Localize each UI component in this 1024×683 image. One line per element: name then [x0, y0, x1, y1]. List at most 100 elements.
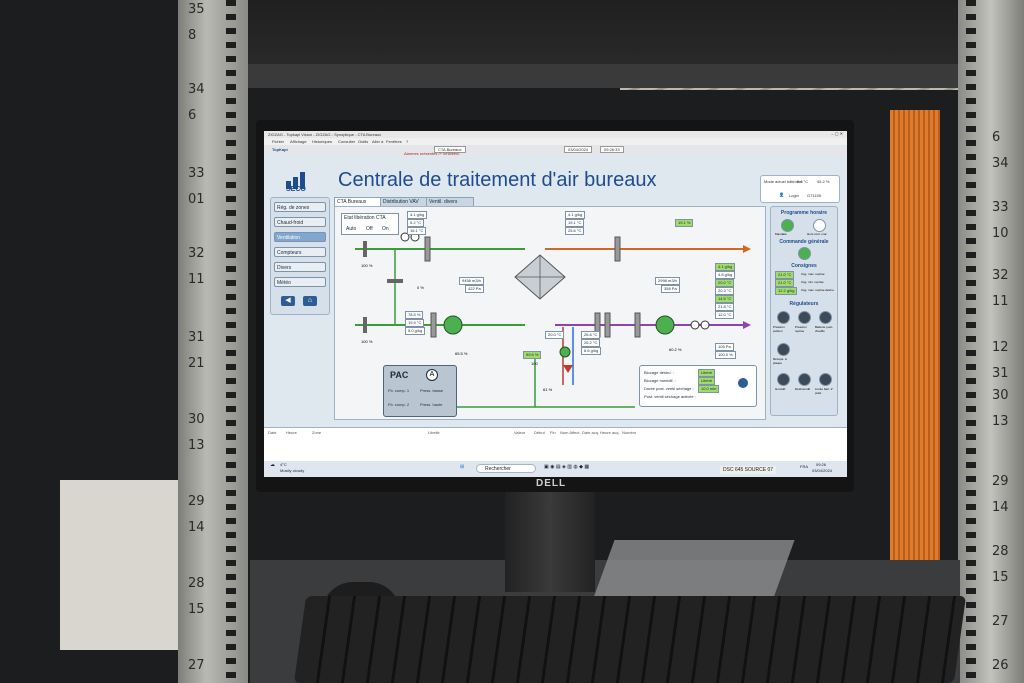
monitor-stand: [505, 492, 595, 592]
rail-number: 29: [188, 494, 205, 509]
sidebar-item-ventilation[interactable]: Ventilation: [274, 232, 326, 242]
power-icon[interactable]: [798, 247, 811, 260]
sidebar-item-meteo[interactable]: Météo: [274, 277, 326, 287]
keyboard[interactable]: [293, 596, 967, 683]
clock-icon[interactable]: [813, 219, 826, 232]
drying-row-value[interactable]: 10.0 min: [698, 385, 720, 393]
drying-row-label: Post. ventil séchage activée :: [644, 394, 696, 399]
supply-arrow-icon: [743, 321, 751, 329]
commande-title: Commande générale: [779, 239, 829, 245]
taskbar-search[interactable]: Rechercher: [476, 464, 536, 473]
right-control-panel: Programme horaire Mandaté Hors cont. mar…: [770, 206, 838, 416]
fan-speed-a: 65.5 %: [455, 351, 468, 356]
rail-number: 32: [992, 268, 1009, 283]
rail-number: 01: [188, 192, 205, 207]
menu-item-fichier[interactable]: Fichier: [272, 139, 284, 144]
menu-item-outils[interactable]: Outils: [358, 139, 368, 144]
value-right-top-c: 25.6 °C: [565, 227, 585, 235]
regulator-icon[interactable]: [777, 311, 790, 324]
login-label: Login: [789, 193, 799, 198]
sidebar-item-divers[interactable]: Divers: [274, 262, 326, 272]
value-right-top-b: 19.1 °C: [565, 219, 585, 227]
synoptic-view: SECO Centrale de traitement d'air bureau…: [264, 155, 847, 445]
start-icon[interactable]: ⊞: [460, 464, 464, 470]
column-header[interactable]: Date acq.: [582, 430, 599, 435]
etat-title: Etat libération CTA: [344, 215, 386, 221]
drying-row-value[interactable]: Libéré: [698, 377, 716, 385]
menu-item-affichage[interactable]: Affichage: [290, 139, 307, 144]
column-header[interactable]: Heure: [286, 430, 297, 435]
column-header[interactable]: Heure acq.: [600, 430, 620, 435]
column-header[interactable]: Fin: [550, 430, 556, 435]
consigne-value[interactable]: 21.0 °C: [775, 279, 795, 287]
orange-cable-bundle: [890, 110, 940, 630]
supply-fan-icon: [443, 315, 463, 335]
drying-row-value[interactable]: Libéré: [698, 369, 716, 377]
alarm-table: Date Heure Zone Libellé Valeur Début Fin…: [264, 427, 847, 462]
home-icon[interactable]: ⌂: [303, 296, 317, 306]
menu-item-historiques[interactable]: Historiques: [312, 139, 332, 144]
toolbar-time: 09:26:33: [600, 146, 624, 153]
extract-damper-value: 100 %: [361, 339, 373, 344]
mix-damper-value: 0 %: [417, 285, 424, 290]
rail-numbers-right: 6 34 33 10 32 11 12 31 30 13 29 14 28 15…: [988, 0, 1018, 683]
pac-box[interactable]: PAC A Fb. comp. 1 Press. basse Fb. comp.…: [383, 365, 457, 417]
column-header[interactable]: Zone: [312, 430, 321, 435]
regulator-icon[interactable]: [798, 373, 811, 386]
column-header[interactable]: Libellé: [428, 430, 440, 435]
rail-number: 21: [188, 356, 205, 371]
regulator-icon[interactable]: [777, 373, 790, 386]
rail-number: 14: [992, 500, 1009, 515]
menu-item-help[interactable]: ?: [406, 139, 408, 144]
etat-auto[interactable]: Auto: [346, 226, 356, 232]
rail-number: 6: [992, 130, 1001, 145]
rail-holes: [966, 0, 976, 683]
sidebar-item-reg-zones[interactable]: Rég. de zones: [274, 202, 326, 212]
outdoor-temp: 5.6 °C: [797, 179, 809, 184]
consigne-value[interactable]: 12.2 g/kg: [775, 287, 798, 295]
window-controls-icon[interactable]: – ▢ ✕: [831, 131, 843, 136]
rack-rail-right: 6 34 33 10 32 11 12 31 30 13 29 14 28 15…: [958, 0, 1024, 683]
column-header[interactable]: Valeur: [514, 430, 525, 435]
menu-item-fenetres[interactable]: Fenêtres: [386, 139, 402, 144]
login-user: G71155: [807, 193, 821, 198]
rail-number: 11: [992, 294, 1009, 309]
value-temp-c: 19.9 °C: [405, 319, 425, 327]
regulator-label: Pression reprise: [795, 325, 807, 333]
menu-item-aller[interactable]: Aller à: [372, 139, 383, 144]
sidebar-item-compteurs[interactable]: Compteurs: [274, 247, 326, 257]
rail-number: 29: [992, 474, 1009, 489]
extract-fan-icon: [655, 315, 675, 335]
value-green-a: 4.1 g/kg: [715, 263, 736, 271]
back-arrow-icon[interactable]: ◀: [281, 296, 295, 306]
toolbar-date: 03/04/2024: [564, 146, 593, 153]
value-right-top-a: 4.1 g/kg: [565, 211, 586, 219]
value-pressure-b: 358 Pa: [661, 285, 680, 293]
etat-off[interactable]: Off: [366, 226, 373, 232]
value-humidity-top: 4.1 g/kg: [407, 211, 428, 219]
taskbar-apps-icon[interactable]: ▣ ◉ ▤ ◈ ▥ ◍ ◆ ▦: [544, 464, 589, 470]
regulator-icon[interactable]: [777, 343, 790, 356]
keyboard-lang[interactable]: FRA: [800, 464, 808, 469]
rail-number: 27: [188, 658, 205, 673]
schedule-dial-icon[interactable]: [781, 219, 794, 232]
column-header[interactable]: Numéro: [622, 430, 636, 435]
value-pressure-a: 422 Pa: [465, 285, 484, 293]
etat-liberation-box[interactable]: Etat libération CTA Auto Off On: [341, 213, 399, 235]
regulator-label: Humidif.: [775, 387, 787, 391]
regulator-icon[interactable]: [819, 311, 832, 324]
column-header[interactable]: Nom Affect.: [560, 430, 581, 435]
drying-icon[interactable]: [738, 378, 748, 388]
consignes-title: Consignes: [791, 263, 817, 269]
column-header[interactable]: Date: [268, 430, 276, 435]
value-green-b: 20.0 °C: [715, 279, 735, 287]
regulator-icon[interactable]: [819, 373, 832, 386]
damper-icon: [387, 279, 403, 283]
consigne-value[interactable]: 21.0 °C: [775, 271, 795, 279]
drying-row-label: Blocage déshu. :: [644, 370, 674, 375]
column-header[interactable]: Début: [534, 430, 545, 435]
sidebar-item-chaud-froid[interactable]: Chaud-froid: [274, 217, 326, 227]
etat-on[interactable]: On: [382, 226, 389, 232]
menu-item-consulter[interactable]: Consulter: [338, 139, 355, 144]
regulator-icon[interactable]: [798, 311, 811, 324]
